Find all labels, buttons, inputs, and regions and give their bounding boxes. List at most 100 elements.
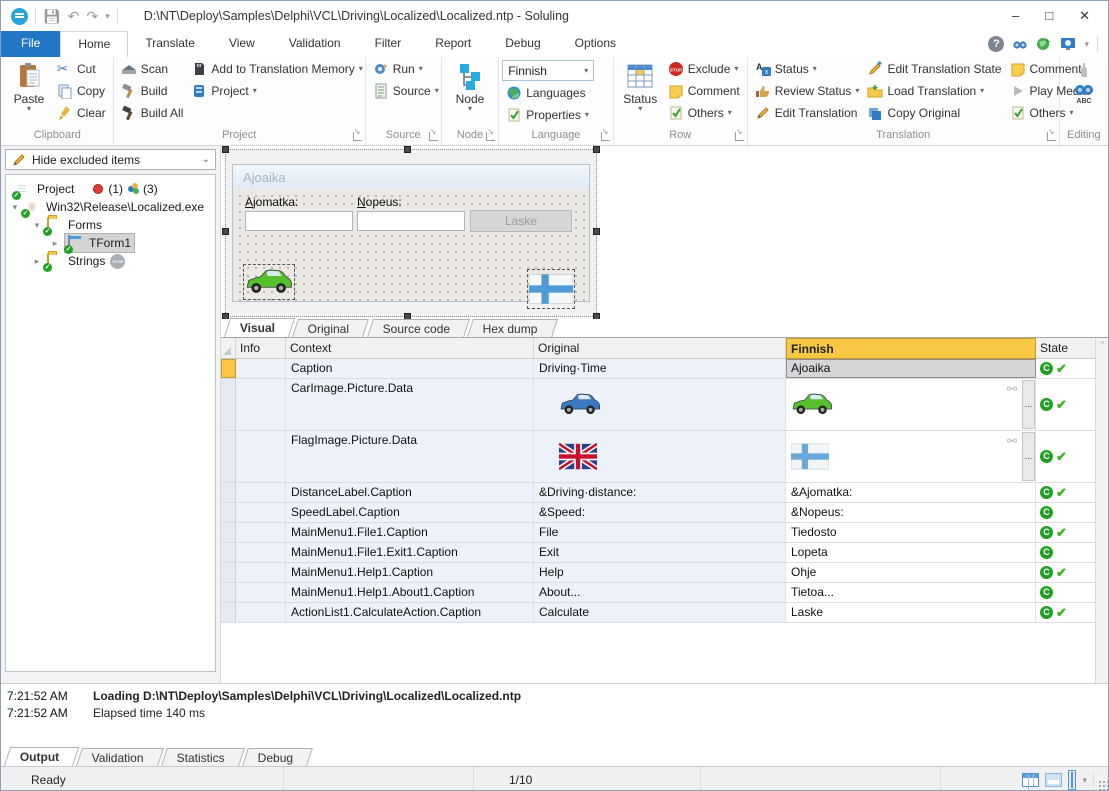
original-cell[interactable] [534,431,786,482]
original-cell[interactable]: About... [534,583,786,602]
edit-translation-button[interactable]: Edit Translation [751,102,864,124]
original-cell[interactable]: &Driving·distance: [534,483,786,502]
tree-item-strings[interactable]: ▸ ✓ Strings STOP [6,252,215,272]
bottom-tab-statistics[interactable]: Statistics [161,748,246,766]
distance-label[interactable]: Ajomatka: [245,195,298,209]
save-icon[interactable]: 💾︎ [43,9,61,23]
exclude-button[interactable]: STOP Exclude ▾ [664,58,744,80]
translation-cell[interactable]: &Nopeus: [786,503,1036,522]
tab-translate[interactable]: Translate [128,31,212,57]
form-designer-selection[interactable]: Ajoaika Ajomatka: Nopeus: Laske [222,146,600,320]
tree-item-tform1[interactable]: ▸ ✓ TForm1 [6,233,215,254]
translation-cell[interactable]: ⚯ ... [786,431,1036,482]
selection-handle[interactable] [222,146,229,153]
context-cell[interactable]: MainMenu1.Help1.Caption [286,563,534,582]
translation-cell[interactable]: Tiedosto [786,523,1036,542]
translation-status-button[interactable]: Ax Status ▾ [751,58,864,80]
context-cell[interactable]: CarImage.Picture.Data [286,379,534,430]
languages-button[interactable]: Languages [502,82,594,104]
translation-cell[interactable]: Ajoaika [786,359,1036,378]
spell-check-button[interactable]: ABC [1066,82,1102,106]
translation-cell[interactable]: &Ajomatka: [786,483,1036,502]
original-cell[interactable]: File [534,523,786,542]
web-help-icon[interactable] [1036,36,1052,52]
bottom-tab-debug[interactable]: Debug [242,748,314,766]
filter-dropdown[interactable]: Hide excluded items ⌄ [5,149,216,170]
form-view-icon[interactable] [1045,772,1063,787]
translation-cell[interactable]: Laske [786,603,1036,622]
column-header-context[interactable]: Context [286,338,534,359]
split-view-active[interactable] [1068,769,1077,790]
chevron-expanded-icon[interactable]: ▾ [10,202,20,213]
dialog-launcher-icon[interactable] [600,127,610,141]
context-cell[interactable]: MainMenu1.File1.Caption [286,523,534,542]
info-cell[interactable] [236,583,286,602]
info-cell[interactable] [236,379,286,430]
row-status-button[interactable]: Status ▾ [617,58,664,113]
source-menu-button[interactable]: Source ▾ [369,80,443,102]
dialog-launcher-icon[interactable] [1046,127,1056,141]
copy-original-button[interactable]: Copy Original [863,102,1005,124]
translation-cell[interactable]: ⚯ ... [786,379,1036,430]
bottom-tab-validation[interactable]: Validation [76,748,165,766]
view-tab-visual[interactable]: Visual [223,318,296,337]
context-cell[interactable]: FlagImage.Picture.Data [286,431,534,482]
original-cell[interactable]: Exit [534,543,786,562]
review-status-button[interactable]: Review Status ▾ [751,80,864,102]
build-button[interactable]: Build [117,80,188,102]
language-select[interactable]: Finnish ▾ [502,60,595,81]
soluling-logo-icon[interactable] [11,7,28,25]
chevron-collapsed-icon[interactable]: ▸ [32,256,42,267]
car-image-preview[interactable] [243,264,295,300]
context-cell[interactable]: MainMenu1.File1.Exit1.Caption [286,543,534,562]
ribbon-options-dropdown-icon[interactable]: ▾ [1084,37,1089,51]
edit-translation-state-button[interactable]: Edit Translation State [863,58,1005,80]
selection-handle[interactable] [593,146,600,153]
info-cell[interactable] [236,603,286,622]
tree-item-project[interactable]: ✓ Project (1) (3) [6,180,215,200]
selection-handle[interactable] [222,228,229,235]
node-button[interactable]: Node ▾ [446,58,494,113]
tab-options[interactable]: Options [558,31,633,57]
copy-button[interactable]: Copy [53,80,110,102]
add-to-translation-memory-button[interactable]: Add to Translation Memory ▾ [187,58,366,80]
original-cell[interactable] [534,379,786,430]
undo-icon[interactable]: ↶ [68,9,80,23]
close-button[interactable]: ✕ [1079,8,1090,24]
chevron-expanded-icon[interactable]: ▾ [32,220,42,231]
scan-button[interactable]: Scan [117,58,188,80]
language-properties-button[interactable]: Properties ▾ [502,104,594,126]
context-cell[interactable]: DistanceLabel.Caption [286,483,534,502]
original-cell[interactable]: Help [534,563,786,582]
quick-access-dropdown-icon[interactable]: ▾ [105,9,110,23]
clear-button[interactable]: Clear [53,102,110,124]
chevron-collapsed-icon[interactable]: ▸ [50,238,60,249]
grid-view-icon[interactable] [1022,772,1040,787]
translation-cell[interactable]: Tietoa... [786,583,1036,602]
tab-filter[interactable]: Filter [358,31,419,57]
row-others-button[interactable]: Others ▾ [664,102,744,124]
bottom-tab-output[interactable]: Output [3,747,80,766]
context-cell[interactable]: Caption [286,359,534,378]
original-cell[interactable]: Driving·Time [534,359,786,378]
find-icon[interactable] [1012,36,1028,52]
selection-handle[interactable] [404,146,411,153]
flag-image-preview[interactable] [527,269,575,309]
highlight-button[interactable] [1066,58,1102,82]
paste-button[interactable]: Paste ▾ [5,58,53,113]
dialog-launcher-icon[interactable] [352,127,362,141]
info-cell[interactable] [236,523,286,542]
cut-button[interactable]: ✂ Cut [53,58,110,80]
dialog-launcher-icon[interactable] [428,127,438,141]
speed-label[interactable]: Nopeus: [357,195,402,209]
selection-handle[interactable] [593,228,600,235]
vertical-scrollbar[interactable]: ⌃ [1095,338,1108,683]
tab-home[interactable]: Home [60,31,129,57]
load-translation-button[interactable]: Load Translation ▾ [863,80,1005,102]
original-cell[interactable]: Calculate [534,603,786,622]
column-header-target-language[interactable]: Finnish [786,338,1036,359]
help-icon[interactable]: ? [988,36,1005,52]
info-cell[interactable] [236,483,286,502]
form-preview[interactable]: Ajoaika Ajomatka: Nopeus: Laske [232,164,590,309]
info-cell[interactable] [236,543,286,562]
